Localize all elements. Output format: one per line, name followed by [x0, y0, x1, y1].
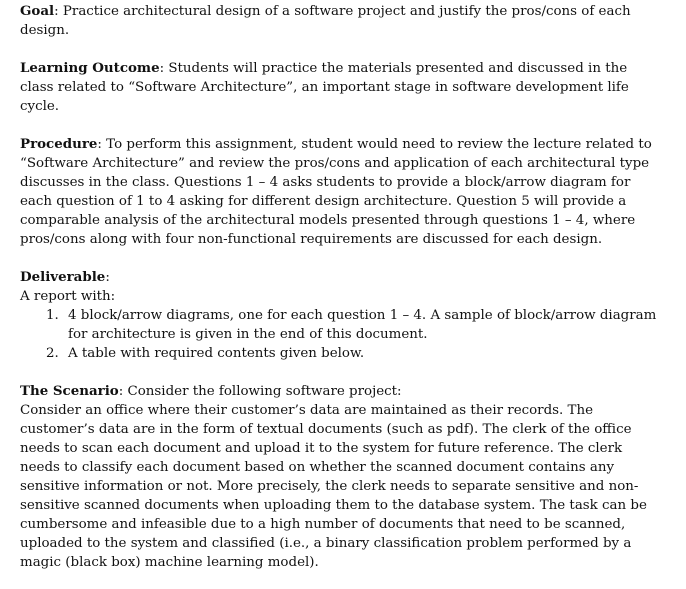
list-item-text: 4 block/arrow diagrams, one for each que…: [68, 308, 657, 342]
learning-outcome-label: Learning Outcome: [20, 60, 160, 76]
list-item-number: 1.: [46, 308, 59, 323]
list-item-number: 2.: [46, 346, 59, 361]
procedure-text: : To perform this assignment, student wo…: [20, 137, 652, 247]
deliverable-label: Deliverable: [20, 269, 106, 285]
scenario-label: The Scenario: [20, 383, 119, 399]
list-item-text: A table with required contents given bel…: [68, 346, 365, 361]
deliverable-list: 1. 4 block/arrow diagrams, one for each q…: [20, 306, 660, 363]
list-item: 2. A table with required contents given b…: [20, 344, 660, 363]
scenario-body: Consider an office where their customer’…: [20, 403, 647, 570]
document-page: Goal: Practice architectural design of a…: [20, 2, 660, 572]
goal-paragraph: Goal: Practice architectural design of a…: [20, 2, 660, 40]
deliverable-heading: Deliverable:: [20, 268, 660, 287]
learning-outcome-paragraph: Learning Outcome: Students will practice…: [20, 59, 660, 116]
goal-label: Goal: [20, 3, 55, 19]
scenario-heading: The Scenario: Consider the following sof…: [20, 382, 660, 401]
procedure-label: Procedure: [20, 136, 98, 152]
procedure-paragraph: Procedure: To perform this assignment, s…: [20, 135, 660, 249]
list-item: 1. 4 block/arrow diagrams, one for each q…: [20, 306, 660, 344]
deliverable-suffix: :: [105, 270, 110, 285]
scenario-intro-text: : Consider the following software projec…: [118, 384, 402, 399]
deliverable-intro: A report with:: [20, 289, 116, 304]
goal-text: : Practice architectural design of a sof…: [20, 4, 631, 38]
